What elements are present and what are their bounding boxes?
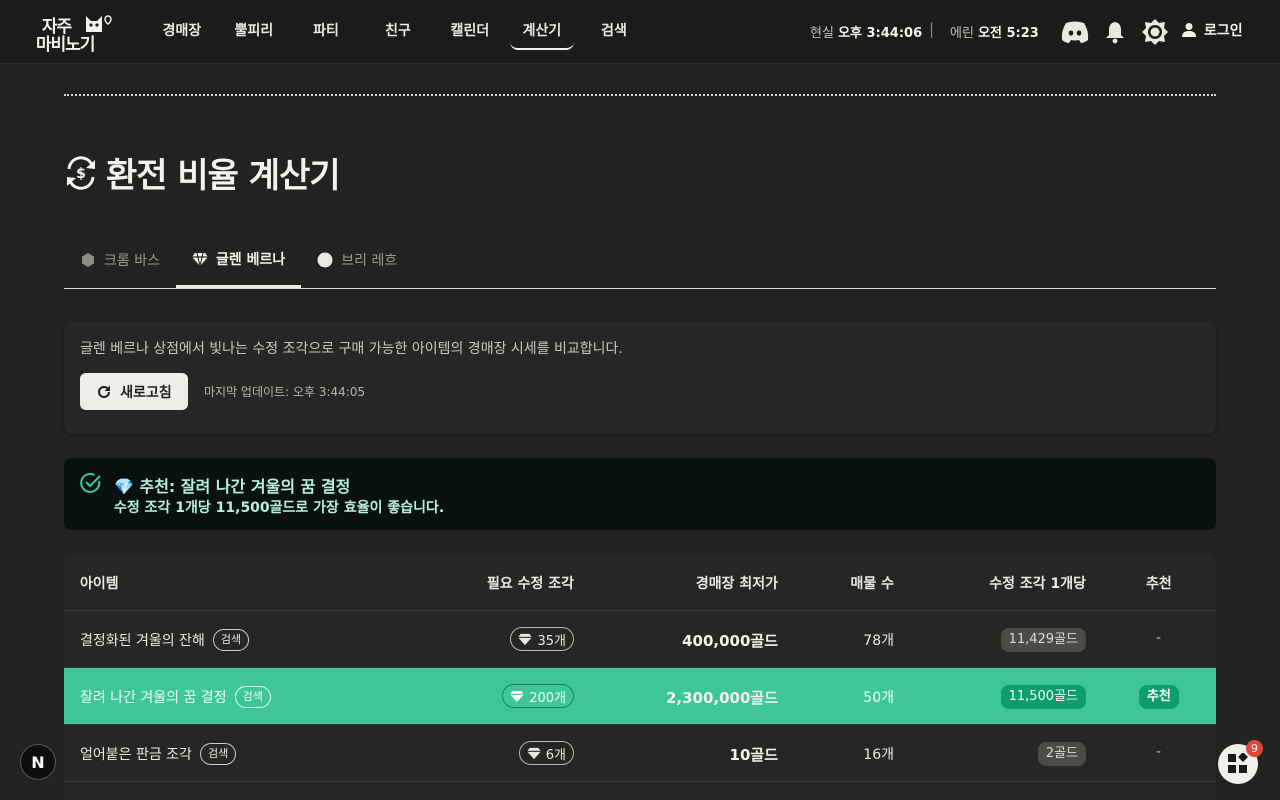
widget-notification-count: 9 <box>1246 740 1263 757</box>
check-circle-icon <box>80 472 101 493</box>
nav-calendar[interactable]: 캘린더 <box>434 12 506 50</box>
item-name: 얼어붙은 판금 조각 <box>80 746 192 763</box>
item-name-cell: 결정화된 겨울의 잔해 검색 <box>80 611 250 668</box>
item-search-button[interactable]: 검색 <box>234 685 271 708</box>
nav-auction[interactable]: 경매장 <box>146 12 218 50</box>
nav-friends[interactable]: 친구 <box>362 12 434 50</box>
gold-per-shard-badge: 11,429골드 <box>1000 628 1086 652</box>
tab-label: 크롬 바스 <box>104 253 160 269</box>
clock-separator: | <box>929 20 935 38</box>
item-name: 잘려 나간 겨울의 꿈 결정 <box>80 689 227 706</box>
lowest-price: 400,000골드 <box>682 632 778 650</box>
gold-per-shard-badge: 2골드 <box>1037 742 1086 766</box>
grid-widget-icon <box>1228 753 1248 773</box>
currency-exchange-icon: $ <box>67 155 95 190</box>
table-header: 아이템 필요 수정 조각 경매장 최저가 매물 수 수정 조각 1개당 추천 <box>64 554 1216 611</box>
nextjs-indicator-button[interactable]: N <box>20 744 56 780</box>
divider <box>64 94 1216 96</box>
notifications-button[interactable] <box>1099 16 1131 48</box>
real-time-value: 오후 3:44:06 <box>838 26 923 41</box>
nav-search[interactable]: 검색 <box>578 12 650 50</box>
region-tabs: 크롬 바스 글렌 베르나 브리 레흐 <box>64 232 1216 289</box>
user-icon <box>1182 23 1196 37</box>
tab-crom-bas[interactable]: 크롬 바스 <box>64 232 176 288</box>
lowest-price: 10골드 <box>729 746 778 764</box>
header-recommend: 추천 <box>1146 576 1172 592</box>
erin-time-prefix: 에린 <box>950 26 974 41</box>
svg-text:$: $ <box>76 166 86 182</box>
recommend-badge: 추천 <box>1139 685 1179 709</box>
table-row: 결정화된 겨울의 잔해 검색 35개 400,000골드 78개 11,429골… <box>64 611 1216 668</box>
top-navigation-bar: 자주 마비노기 경매장 뿔피리 파티 친구 캘린더 계산기 검색 현실 오후 3… <box>0 0 1280 64</box>
gem-icon <box>191 251 208 267</box>
header-listings: 매물 수 <box>850 576 894 592</box>
login-label: 로그인 <box>1204 23 1243 39</box>
listing-count: 16개 <box>863 747 894 763</box>
page-title-text: 환전 비율 계산기 <box>106 156 341 196</box>
item-name: 결정화된 겨울의 잔해 <box>80 632 205 649</box>
header-item: 아이템 <box>80 576 119 592</box>
bell-icon <box>1106 22 1124 44</box>
listing-count: 50개 <box>863 690 894 706</box>
tab-bri-leith[interactable]: 브리 레흐 <box>301 232 413 288</box>
gold-per-shard-badge: 11,500골드 <box>1000 685 1086 709</box>
discord-button[interactable] <box>1059 16 1091 48</box>
listing-count: 78개 <box>863 633 894 649</box>
nav-horn[interactable]: 뿔피리 <box>218 12 290 50</box>
erin-time-clock: 에린 오전 5:23 <box>950 22 1039 41</box>
page-title: $ 환전 비율 계산기 <box>64 148 341 197</box>
gem-icon <box>526 747 541 759</box>
erin-time-value: 오전 5:23 <box>978 26 1039 41</box>
gem-icon <box>518 633 533 645</box>
item-search-button[interactable]: 검색 <box>199 742 237 765</box>
cat-logo-icon <box>86 15 112 32</box>
refresh-button[interactable]: 새로고침 <box>80 373 188 410</box>
recommendation-title: 💎 추천: 잘려 나간 겨울의 꿈 결정 <box>114 477 351 496</box>
gem-icon <box>510 690 525 702</box>
tab-label: 글렌 베르나 <box>215 251 286 268</box>
recommendation-banner: 💎 추천: 잘려 나간 겨울의 꿈 결정 수정 조각 1개당 11,500골드로… <box>64 458 1216 530</box>
table-row: 얼어붙은 판금 조각 검색 6개 10골드 16개 2골드 - <box>64 725 1216 782</box>
real-time-prefix: 현실 <box>810 26 834 41</box>
circle-icon <box>317 252 333 268</box>
tab-glenn-bearna[interactable]: 글렌 베르나 <box>175 232 302 288</box>
tab-label: 브리 레흐 <box>341 253 398 269</box>
item-name-cell: 얼어붙은 판금 조각 검색 <box>80 725 237 782</box>
site-logo[interactable]: 자주 마비노기 <box>36 12 116 55</box>
hexagon-icon <box>80 252 96 268</box>
refresh-label: 새로고침 <box>120 384 172 401</box>
real-time-clock: 현실 오후 3:44:06 <box>810 22 922 41</box>
main-nav: 경매장 뿔피리 파티 친구 캘린더 계산기 검색 <box>146 12 650 52</box>
required-shards: 35개 <box>537 633 566 649</box>
item-name-cell: 잘려 나간 겨울의 꿈 결정 검색 <box>80 668 271 725</box>
discord-icon <box>1061 21 1089 43</box>
table-row-recommended: 잘려 나간 겨울의 꿈 결정 검색 200개 2,300,000골드 50개 1… <box>64 668 1216 725</box>
header-required-shards: 필요 수정 조각 <box>486 576 574 592</box>
nav-calculator[interactable]: 계산기 <box>510 12 574 50</box>
refresh-icon <box>98 385 111 398</box>
theme-toggle-button[interactable] <box>1139 16 1171 48</box>
required-shards: 200개 <box>529 690 566 706</box>
required-shards: 6개 <box>545 747 566 763</box>
required-shards-chip: 6개 <box>518 741 574 765</box>
item-search-button[interactable]: 검색 <box>212 628 250 651</box>
recommend-cell: - <box>1156 630 1162 646</box>
recommend-cell: - <box>1156 744 1162 760</box>
header-per-shard: 수정 조각 1개당 <box>989 576 1086 592</box>
last-update-text: 마지막 업데이트: 오후 3:44:05 <box>204 385 366 399</box>
calculator-description: 글렌 베르나 상점에서 빛나는 수정 조각으로 구매 가능한 아이템의 경매장 … <box>80 341 623 357</box>
nav-party[interactable]: 파티 <box>290 12 362 50</box>
comparison-table: 아이템 필요 수정 조각 경매장 최저가 매물 수 수정 조각 1개당 추천 결… <box>64 554 1216 800</box>
required-shards-chip: 200개 <box>502 684 574 708</box>
table-row <box>64 782 1216 800</box>
lowest-price: 2,300,000골드 <box>665 689 778 707</box>
login-button[interactable]: 로그인 <box>1180 20 1243 40</box>
theme-toggle-icon <box>1142 19 1168 45</box>
info-card: 글렌 베르나 상점에서 빛나는 수정 조각으로 구매 가능한 아이템의 경매장 … <box>64 322 1216 434</box>
recommendation-detail: 수정 조각 1개당 11,500골드로 가장 효율이 좋습니다. <box>114 500 445 516</box>
header-lowest-price: 경매장 최저가 <box>695 576 778 592</box>
required-shards-chip: 35개 <box>510 627 574 651</box>
